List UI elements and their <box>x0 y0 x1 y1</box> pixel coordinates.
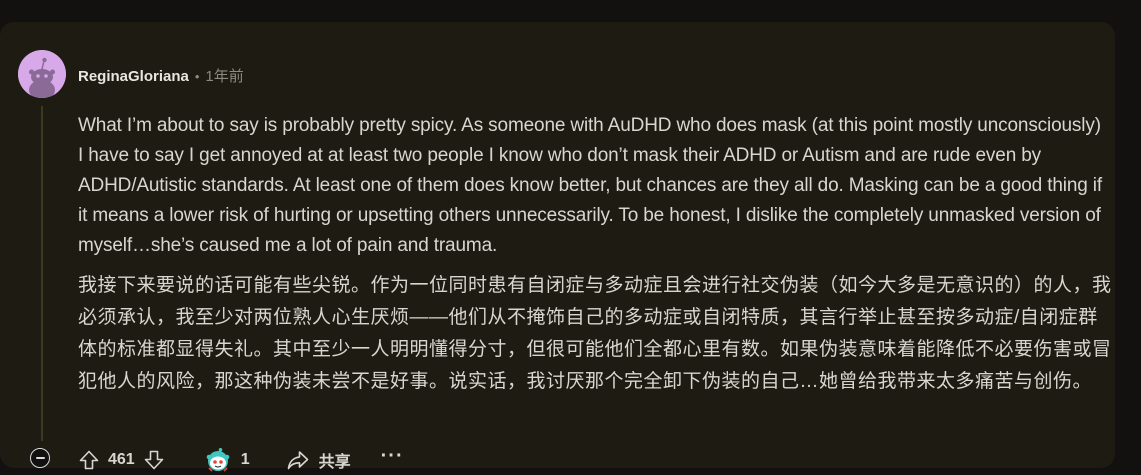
downvote-button[interactable] <box>137 443 171 475</box>
share-arrow-icon <box>287 451 308 470</box>
upvote-button[interactable] <box>72 443 106 475</box>
comment-body-english: What I’m about to say is probably pretty… <box>78 115 1102 256</box>
more-options-button[interactable]: ··· <box>381 446 404 474</box>
thread-line[interactable] <box>41 106 43 441</box>
meta-separator: • <box>194 69 200 84</box>
share-button[interactable]: 共享 <box>286 448 351 472</box>
upvote-arrow-icon <box>79 450 99 470</box>
downvote-arrow-icon <box>144 450 164 470</box>
page: ReginaGloriana • 1年前 What I’m about to s… <box>0 0 1141 475</box>
username-link[interactable]: ReginaGloriana <box>78 68 189 85</box>
snoo-avatar-icon <box>18 50 66 98</box>
comment-header: ReginaGloriana • 1年前 <box>78 65 244 86</box>
award-count: 1 <box>240 451 250 468</box>
comment-action-bar: 461 1 共享 ··· <box>72 438 404 475</box>
avatar[interactable] <box>18 50 66 98</box>
vote-count: 461 <box>108 451 135 468</box>
share-label: 共享 <box>318 454 351 471</box>
collapse-thread-button[interactable] <box>30 448 50 468</box>
award-snoo-icon <box>206 448 230 472</box>
comment-time: 1年前 <box>205 68 244 85</box>
comment-body-chinese: 我接下来要说的话可能有些尖锐。作为一位同时患有自闭症与多动症且会进行社交伪装（如… <box>78 275 1112 392</box>
minus-icon <box>35 457 45 459</box>
award-button[interactable]: 1 <box>205 447 250 473</box>
comment-card: ReginaGloriana • 1年前 What I’m about to s… <box>0 22 1115 472</box>
